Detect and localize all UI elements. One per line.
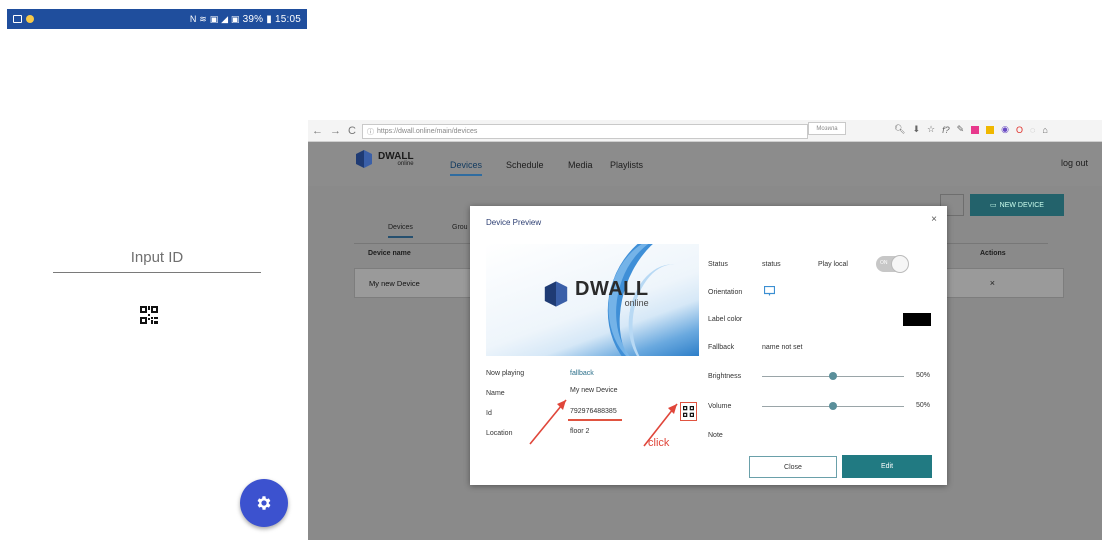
gallery-icon [13,15,22,23]
settings-fab[interactable] [240,479,288,527]
clock: 15:05 [274,13,301,25]
id-input-label: Input ID [130,249,184,266]
font-icon[interactable]: f? [942,125,950,135]
shield-icon[interactable]: ◌ [1030,125,1035,135]
reload-icon[interactable]: C [348,125,356,137]
phone-screen: N ≋ ▣ ◢ ▣ 39% ▮ 15:05 Input ID [7,9,307,540]
qr-code-icon [683,406,694,417]
extension-pink-icon[interactable] [971,125,980,134]
nav-schedule[interactable]: Schedule [506,160,544,170]
id-highlight-underline [568,419,622,421]
status-value: status [762,261,781,268]
toggle-knob [891,255,909,273]
name-value: My new Device [570,387,618,394]
browser-search-box[interactable]: Мозила [808,122,846,135]
dwall-logo-icon [544,281,568,307]
preview-logo: DWALL online [542,278,649,308]
play-local-label: Play local [818,261,848,268]
edit-button[interactable]: Edit [842,455,932,478]
dwall-logo[interactable]: DWALL online [354,150,414,168]
brightness-slider[interactable] [762,372,904,380]
monitor-icon[interactable] [764,286,775,296]
fallback-label: Fallback [708,344,735,351]
search-icon[interactable]: 🔍︎ [894,124,905,135]
column-device-name: Device name [368,250,411,257]
status-bar: N ≋ ▣ ◢ ▣ 39% ▮ 15:05 [7,9,307,29]
nav-devices[interactable]: Devices [450,160,483,176]
fallback-value: name not set [762,344,803,351]
screenshot-root: N ≋ ▣ ◢ ▣ 39% ▮ 15:05 Input ID ← → C ⓘ h… [0,0,1102,540]
row-device-name: My new Device [369,279,420,288]
delete-icon[interactable]: × [990,278,995,288]
show-qr-button[interactable] [680,402,697,421]
now-playing-label: Now playing [486,370,525,377]
forward-icon[interactable]: → [330,125,341,137]
modal-title: Device Preview [486,218,542,227]
nav-playlists[interactable]: Playlists [610,160,643,170]
logo-text: DWALL [378,150,414,162]
qr-code-icon[interactable] [140,306,158,324]
brightness-slider-thumb[interactable] [829,372,837,380]
note-label: Note [708,432,723,439]
volume-label: Volume [708,403,732,410]
extension-yellow-icon[interactable] [986,125,995,134]
brightness-percent: 50% [916,372,931,379]
toggle-state: ON [880,260,888,266]
nav-media[interactable]: Media [568,160,593,170]
location-label: Location [486,430,513,437]
id-input-field[interactable]: Input ID [53,249,261,273]
location-value: floor 2 [570,428,590,435]
home-icon[interactable]: ⌂ [1042,125,1047,135]
download-icon[interactable]: ⬇ [912,124,920,135]
id-label: Id [486,410,492,417]
new-device-button[interactable]: ▭ NEW DEVICE [970,194,1064,216]
label-color-swatch[interactable] [903,313,931,326]
browser-window: ← → C ⓘ https://dwall.online/main/device… [308,120,1102,540]
info-icon: ⓘ [367,128,374,136]
id-value: 792976488385 [570,408,617,415]
app-notification-icon [26,15,34,23]
column-actions: Actions [980,250,1006,257]
extension-icons: 🔍︎ ⬇ ☆ f? ✎ ◉ O ◌ ⌂ [894,124,1048,135]
app-header: DWALL online Devices Schedule Media Play… [308,142,1102,186]
volume-percent: 50% [916,402,931,409]
click-annotation: click [648,437,670,449]
signal-icons: N ≋ ▣ ◢ ▣ [189,13,240,24]
browser-toolbar: ← → C ⓘ https://dwall.online/main/device… [308,120,1102,142]
volume-slider[interactable] [762,402,904,410]
now-playing-value[interactable]: fallback [570,370,594,377]
dwall-app: DWALL online Devices Schedule Media Play… [308,142,1102,540]
star-icon[interactable]: ☆ [927,124,935,135]
close-button[interactable]: Close [749,456,837,478]
label-color-label: Label color [708,316,743,323]
tab-groups[interactable]: Grou [452,224,468,231]
input-underline [53,272,261,273]
gear-icon [257,496,271,510]
new-device-label: NEW DEVICE [999,201,1044,209]
monitor-icon: ▭ [990,202,997,209]
play-local-toggle[interactable]: ON [876,255,909,273]
orientation-label: Orientation [708,289,743,296]
address-bar[interactable]: ⓘ https://dwall.online/main/devices [362,124,808,139]
dwall-logo-icon [356,150,372,168]
pen-icon[interactable]: ✎ [957,124,965,135]
opera-icon[interactable]: O [1016,125,1023,135]
status-label: Status [708,261,728,268]
volume-slider-thumb[interactable] [829,402,837,410]
battery-percent: 39% [242,13,264,25]
extension-circle-icon[interactable]: ◉ [1001,124,1009,135]
device-preview-modal: Device Preview × DWALL online Now playin… [470,206,947,485]
battery-icon: ▮ [266,13,272,25]
brightness-label: Brightness [708,373,742,380]
screen-preview-image: DWALL online [486,244,699,356]
logout-link[interactable]: log out [1061,158,1088,168]
back-icon[interactable]: ← [312,125,323,137]
preview-logo-text: DWALL [575,278,649,300]
close-icon[interactable]: × [931,214,937,225]
url-text: https://dwall.online/main/devices [377,128,478,135]
name-label: Name [486,390,505,397]
tab-devices[interactable]: Devices [388,224,413,238]
